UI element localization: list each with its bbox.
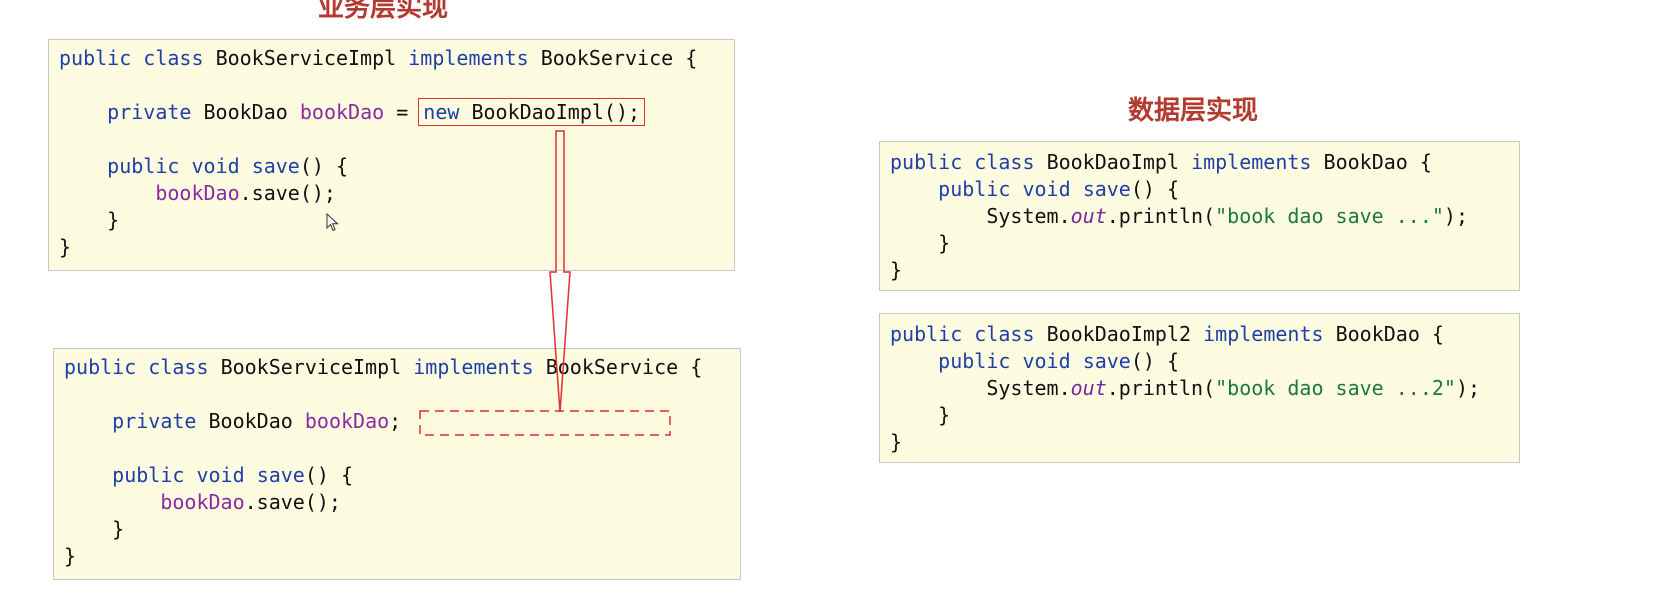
down-arrow-shape <box>549 130 571 413</box>
empty-slot-dashed-box <box>419 410 671 436</box>
mouse-cursor-icon <box>326 213 339 232</box>
removal-arrow-overlay <box>419 130 671 436</box>
